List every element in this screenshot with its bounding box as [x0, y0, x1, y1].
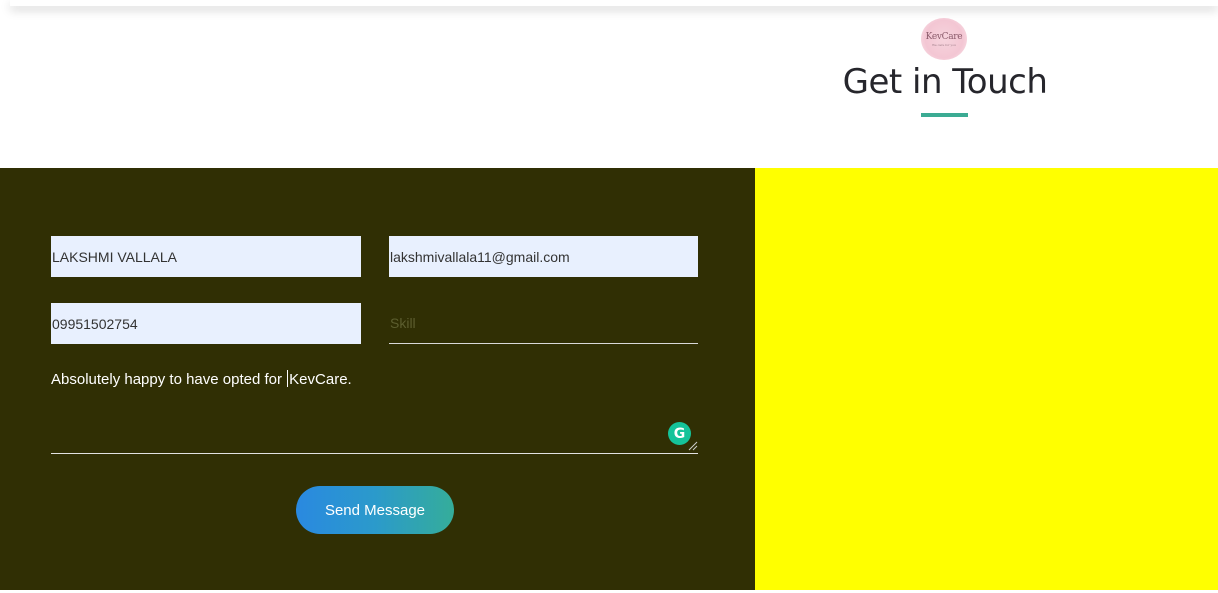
message-text: Absolutely happy to have opted for KevCa…: [51, 370, 352, 388]
map-panel: [755, 168, 1218, 590]
phone-input[interactable]: [51, 303, 361, 344]
message-text-before: Absolutely happy to have opted for: [51, 371, 287, 388]
message-text-after: KevCare.: [289, 371, 352, 388]
grammarly-glyph: G: [673, 425, 686, 442]
subject-input[interactable]: [389, 303, 698, 344]
kevcare-logo[interactable]: KevCare We care for you: [921, 18, 967, 60]
email-input[interactable]: [389, 236, 698, 277]
logo-subtext: We care for you: [932, 42, 956, 47]
title-underline: [921, 113, 968, 117]
resize-handle-icon[interactable]: [688, 441, 698, 451]
page-title: Get in Touch: [842, 62, 1048, 102]
message-textarea[interactable]: Absolutely happy to have opted for KevCa…: [51, 364, 698, 454]
send-message-button[interactable]: Send Message: [296, 486, 454, 534]
name-input[interactable]: [51, 236, 361, 277]
header-shadow-bar: [10, 0, 1218, 6]
logo-text: KevCare: [925, 31, 963, 42]
